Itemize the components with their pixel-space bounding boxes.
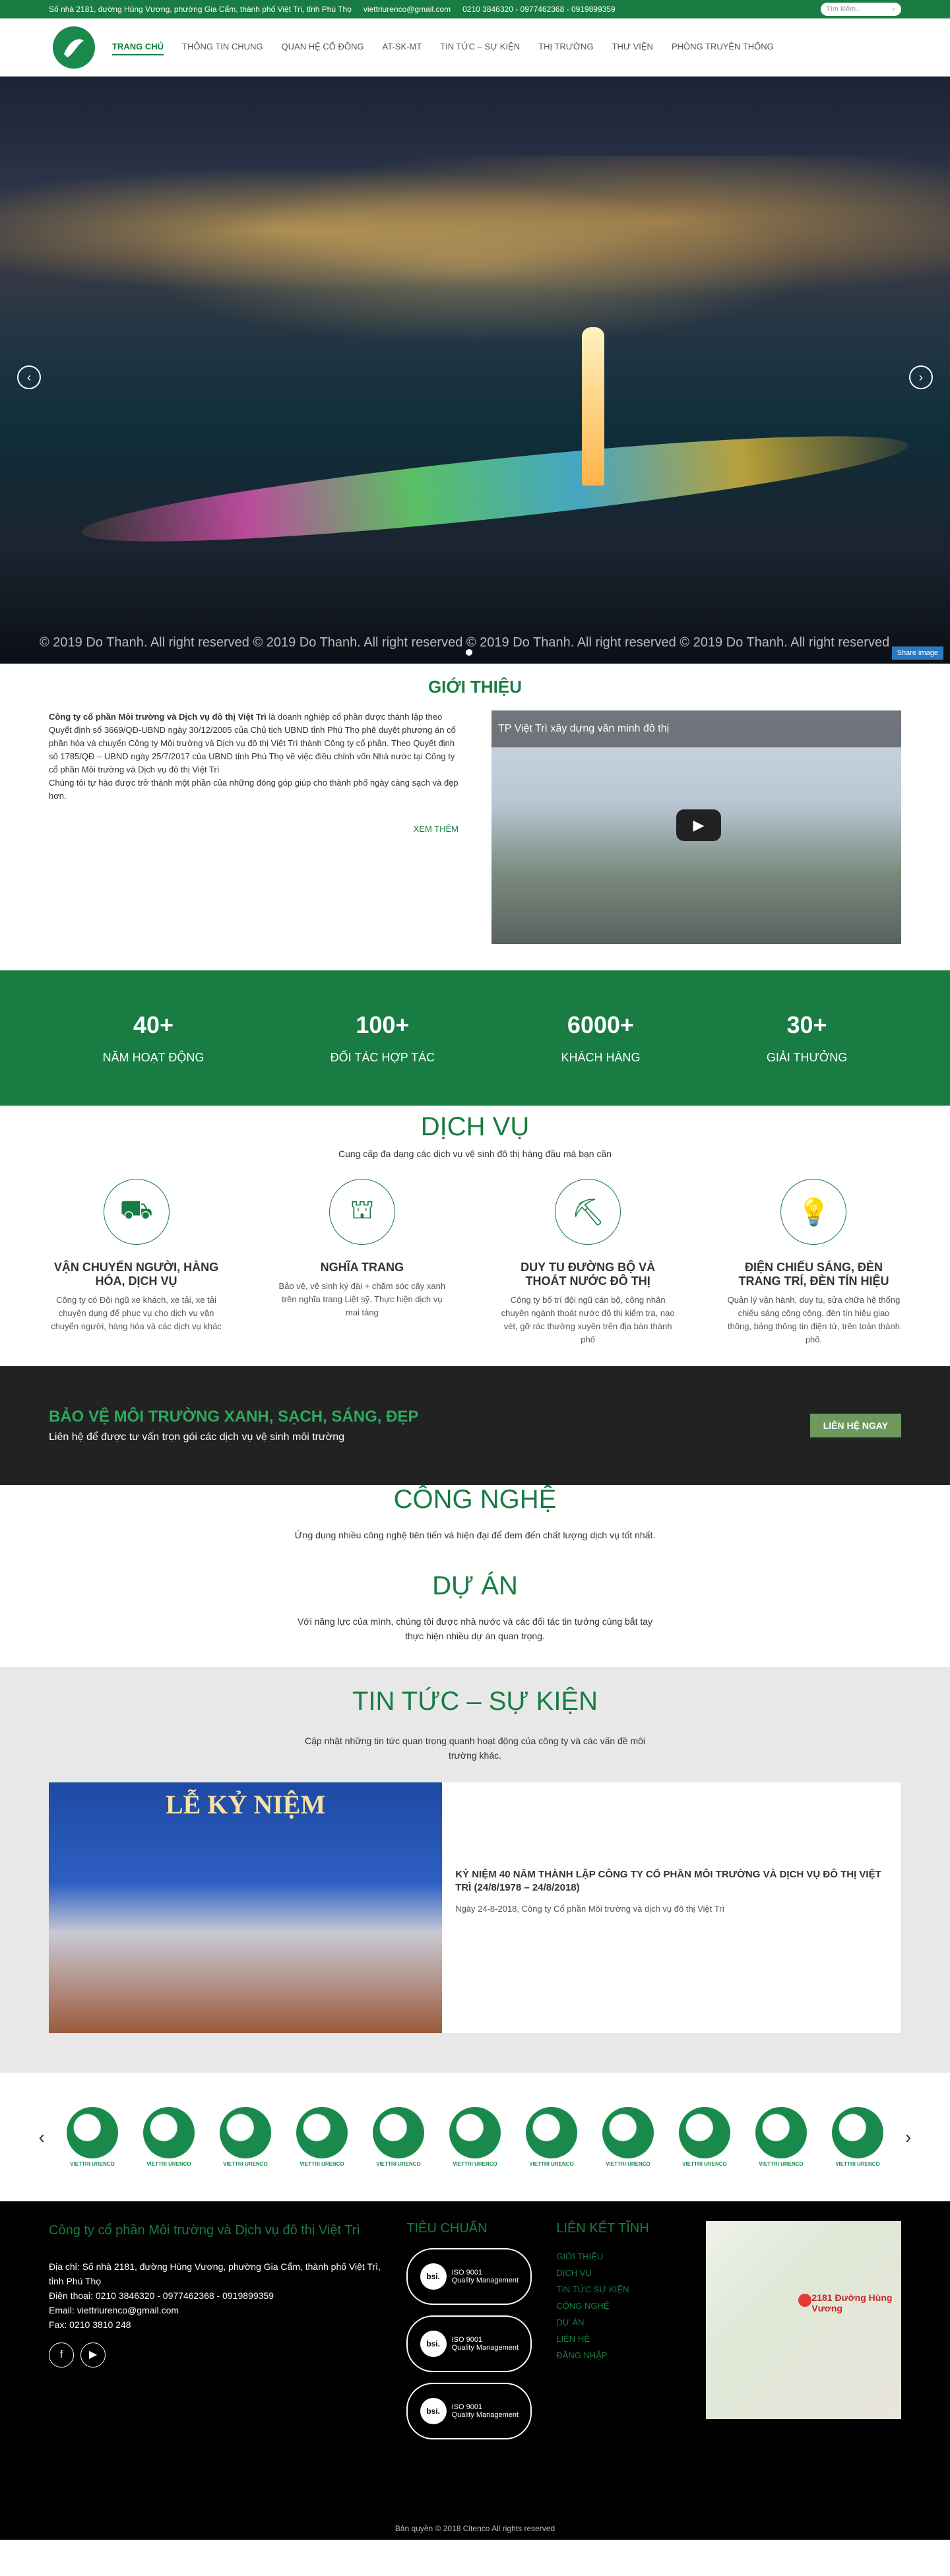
partner-logo[interactable]: VIETTRI URENCO <box>752 2107 810 2167</box>
news-card[interactable]: LỄ KỶ NIỆM KỶ NIỆM 40 NĂM THÀNH LẬP CÔNG… <box>49 1782 901 2033</box>
nav-item[interactable]: PHÒNG TRUYỀN THỐNG <box>672 39 774 55</box>
cta-banner: BẢO VỆ MÔI TRƯỜNG XANH, SẠCH, SÁNG, ĐẸP L… <box>0 1366 950 1485</box>
hero-watermark: © 2019 Do Thanh. All right reserved © 20… <box>40 635 890 650</box>
next-arrow-icon[interactable]: › <box>905 2127 911 2148</box>
search-icon[interactable]: ⌕ <box>892 5 896 14</box>
footer-link[interactable]: ĐĂNG NHẬP <box>556 2347 686 2364</box>
footer-link[interactable]: CÔNG NGHỆ <box>556 2298 686 2314</box>
footer-link[interactable]: DỰ ÁN <box>556 2314 686 2331</box>
tombstone-icon: ⛫ <box>329 1179 395 1245</box>
next-arrow-icon[interactable]: › <box>909 365 933 389</box>
address-text: Số nhà 2181, đường Hùng Vương, phường Gi… <box>49 5 352 14</box>
services-section: DỊCH VỤ Cung cấp đa dạng các dịch vụ vệ … <box>51 1112 901 1344</box>
email-text[interactable]: viettriurenco@gmail.com <box>364 5 451 14</box>
location-map[interactable]: 2181 Đường Hùng Vương <box>706 2221 901 2419</box>
read-more-link[interactable]: XEM THÊM <box>49 823 459 836</box>
nav-item[interactable]: TIN TỨC – SỰ KIỆN <box>440 39 520 55</box>
truck-icon: ⛟ <box>103 1179 170 1245</box>
partner-logo[interactable]: VIETTRI URENCO <box>829 2107 887 2167</box>
video-title: TP Việt Trì xây dựng văn minh đô thị <box>498 723 670 734</box>
road-icon: ⛏ <box>555 1179 621 1245</box>
footer-link[interactable]: DỊCH VỤ <box>556 2265 686 2281</box>
projects-section: DỰ ÁN Với năng lực của mình, chúng tôi đ… <box>297 1571 653 1641</box>
footer: Công ty cổ phần Môi trường và Dịch vụ đô… <box>0 2201 950 2540</box>
news-title[interactable]: KỶ NIỆM 40 NĂM THÀNH LẬP CÔNG TY CỔ PHẦN… <box>455 1868 888 1895</box>
youtube-icon[interactable]: ▶ <box>80 2342 106 2368</box>
logo[interactable] <box>49 22 99 73</box>
partner-logo[interactable]: VIETTRI URENCO <box>599 2107 657 2167</box>
news-section: TIN TỨC – SỰ KIỆN Cập nhật những tin tức… <box>0 1667 950 2073</box>
hero-slider: ‹ › © 2019 Do Thanh. All right reserved … <box>0 77 950 664</box>
iso-badge: bsi. ISO 9001 Quality Management <box>406 2248 532 2305</box>
nav-item[interactable]: THÔNG TIN CHUNG <box>182 39 263 55</box>
nav-item[interactable]: AT-SK-MT <box>383 39 422 55</box>
partner-logo[interactable]: VIETTRI URENCO <box>522 2107 581 2167</box>
share-image-button[interactable]: Share image <box>891 646 943 660</box>
nav-item[interactable]: THỊ TRƯỜNG <box>538 39 593 55</box>
main-nav: TRANG CHỦ THÔNG TIN CHUNG QUAN HỆ CỔ ĐÔN… <box>112 39 774 55</box>
partner-logo[interactable]: VIETTRI URENCO <box>446 2107 504 2167</box>
iso-badge: bsi. ISO 9001 Quality Management <box>406 2315 532 2372</box>
nav-item[interactable]: TRANG CHỦ <box>112 39 164 55</box>
partner-logo[interactable]: VIETTRI URENCO <box>293 2107 351 2167</box>
partner-logo[interactable]: VIETTRI URENCO <box>216 2107 274 2167</box>
intro-text: Công ty cổ phần Môi trường và Dịch vụ đô… <box>49 710 459 944</box>
intro-section: Công ty cổ phần Môi trường và Dịch vụ đô… <box>0 697 950 957</box>
prev-arrow-icon[interactable]: ‹ <box>17 365 41 389</box>
partner-logo[interactable]: VIETTRI URENCO <box>369 2107 428 2167</box>
map-pin-icon <box>798 2294 812 2307</box>
footer-link[interactable]: GIỚI THIỆU <box>556 2248 686 2265</box>
partner-logo[interactable]: VIETTRI URENCO <box>140 2107 198 2167</box>
slider-dot[interactable] <box>466 649 472 656</box>
prev-arrow-icon[interactable]: ‹ <box>39 2127 45 2148</box>
copyright: Bản quyền © 2018 Citenco All rights rese… <box>395 2524 555 2533</box>
play-icon[interactable]: ▶ <box>676 809 721 841</box>
tech-section: CÔNG NGHỆ Ứng dụng nhiều công nghệ tiên … <box>294 1485 656 1540</box>
iso-badge: bsi. ISO 9001 Quality Management <box>406 2383 532 2439</box>
lamp-icon: 💡 <box>780 1179 847 1245</box>
top-bar: Số nhà 2181, đường Hùng Vương, phường Gi… <box>0 0 950 18</box>
facebook-icon[interactable]: f <box>49 2342 74 2368</box>
nav-item[interactable]: THƯ VIỆN <box>612 39 653 55</box>
news-image[interactable]: LỄ KỶ NIỆM <box>49 1782 443 2033</box>
phone-text[interactable]: 0210 3846320 - 0977462368 - 0919899359 <box>462 5 616 14</box>
intro-title: GIỚI THIỆU <box>428 677 522 697</box>
header: TRANG CHỦ THÔNG TIN CHUNG QUAN HỆ CỔ ĐÔN… <box>0 18 950 77</box>
partner-logo[interactable]: VIETTRI URENCO <box>63 2107 121 2167</box>
footer-link[interactable]: TIN TỨC SỰ KIỆN <box>556 2281 686 2298</box>
stats-section: 40+ NĂM HOẠT ĐỘNG 100+ ĐỐI TÁC HỢP TÁC 600… <box>0 970 950 1106</box>
partners-carousel: ‹ VIETTRI URENCO VIETTRI URENCO VIETTRI … <box>0 2073 950 2201</box>
nav-item[interactable]: QUAN HỆ CỔ ĐÔNG <box>282 39 364 55</box>
partner-logo[interactable]: VIETTRI URENCO <box>676 2107 734 2167</box>
video-player[interactable]: TP Việt Trì xây dựng văn minh đô thị ▶ <box>491 710 901 944</box>
contact-now-button[interactable]: LIÊN HỆ NGAY <box>809 1414 901 1437</box>
footer-link[interactable]: LIÊN HỆ <box>556 2331 686 2347</box>
search-input[interactable]: Tìm kiếm... ⌕ <box>821 3 901 16</box>
